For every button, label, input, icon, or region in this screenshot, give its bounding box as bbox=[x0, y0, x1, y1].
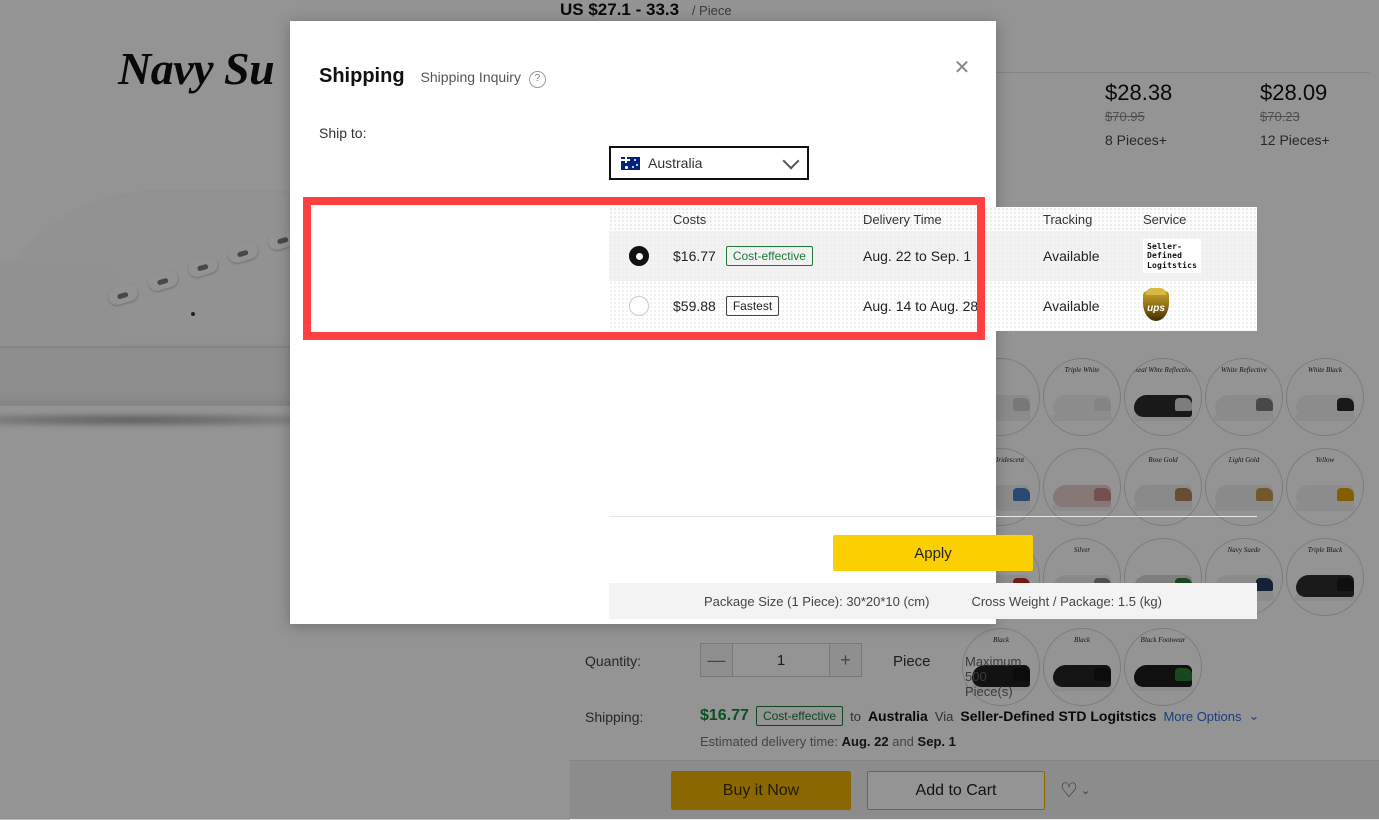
shipping-option-service-cell: ups bbox=[1143, 288, 1253, 321]
package-info-bar: Package Size (1 Piece): 30*20*10 (cm) Cr… bbox=[609, 583, 1257, 619]
shipping-option-tracking: Available bbox=[1043, 298, 1100, 314]
shipping-modal: ✕ Shipping Shipping Inquiry ? Ship to: A… bbox=[290, 21, 1257, 624]
selected-country-label: Australia bbox=[648, 155, 703, 171]
modal-header: Shipping Shipping Inquiry ? bbox=[319, 65, 546, 89]
modal-title: Shipping bbox=[319, 65, 405, 87]
shipping-option-cost: $59.88 bbox=[673, 298, 716, 314]
shipping-option-cost-cell: $59.88 Fastest bbox=[669, 296, 863, 316]
shipping-option-tag: Cost-effective bbox=[725, 246, 813, 266]
seller-defined-logistics-logo: Seller- Defined Logitstics bbox=[1143, 238, 1202, 274]
header-costs: Costs bbox=[673, 211, 707, 227]
package-size-text: Package Size (1 Piece): 30*20*10 (cm) bbox=[704, 593, 930, 609]
shipping-inquiry-label: Shipping Inquiry bbox=[420, 69, 521, 85]
shipping-option-tracking: Available bbox=[1043, 248, 1100, 264]
shipping-option-delivery-time: Aug. 22 to Sep. 1 bbox=[863, 248, 972, 264]
help-icon[interactable]: ? bbox=[528, 71, 546, 88]
ups-logo: ups bbox=[1143, 288, 1169, 321]
shipping-option-radio-cell[interactable] bbox=[609, 296, 669, 316]
header-service: Service bbox=[1143, 211, 1187, 227]
header-tracking: Tracking bbox=[1043, 211, 1093, 227]
australia-flag-icon bbox=[621, 156, 640, 170]
chevron-down-icon bbox=[782, 152, 800, 170]
shipping-option-service-cell: Seller- Defined Logitstics bbox=[1143, 238, 1253, 274]
gross-weight-text: Cross Weight / Package: 1.5 (kg) bbox=[971, 593, 1162, 609]
shipping-inquiry-link[interactable]: Shipping Inquiry ? bbox=[421, 69, 546, 89]
shipping-option-cost: $16.77 bbox=[673, 248, 716, 264]
shipping-option-row[interactable]: $59.88 Fastest Aug. 14 to Aug. 28 Availa… bbox=[609, 281, 1257, 331]
shipping-option-radio[interactable] bbox=[629, 296, 649, 316]
close-icon[interactable]: ✕ bbox=[950, 56, 974, 80]
header-delivery-time: Delivery Time bbox=[863, 211, 942, 227]
ups-logo-text: ups bbox=[1147, 303, 1165, 314]
ship-to-label: Ship to: bbox=[319, 125, 367, 141]
shipping-options-table: Costs Delivery Time Tracking Service $16… bbox=[609, 207, 1257, 331]
shipping-option-tag: Fastest bbox=[725, 296, 780, 316]
shipping-table-header-row: Costs Delivery Time Tracking Service bbox=[609, 207, 1257, 231]
shipping-option-row[interactable]: $16.77 Cost-effective Aug. 22 to Sep. 1 … bbox=[609, 231, 1257, 281]
ship-to-country-select[interactable]: Australia bbox=[609, 146, 809, 180]
shipping-option-delivery-time: Aug. 14 to Aug. 28 bbox=[863, 298, 979, 314]
shipping-option-radio[interactable] bbox=[629, 246, 649, 266]
modal-divider bbox=[609, 516, 1257, 517]
shipping-option-cost-cell: $16.77 Cost-effective bbox=[669, 246, 863, 266]
shipping-option-radio-cell[interactable] bbox=[609, 246, 669, 266]
apply-button[interactable]: Apply bbox=[833, 535, 1033, 571]
